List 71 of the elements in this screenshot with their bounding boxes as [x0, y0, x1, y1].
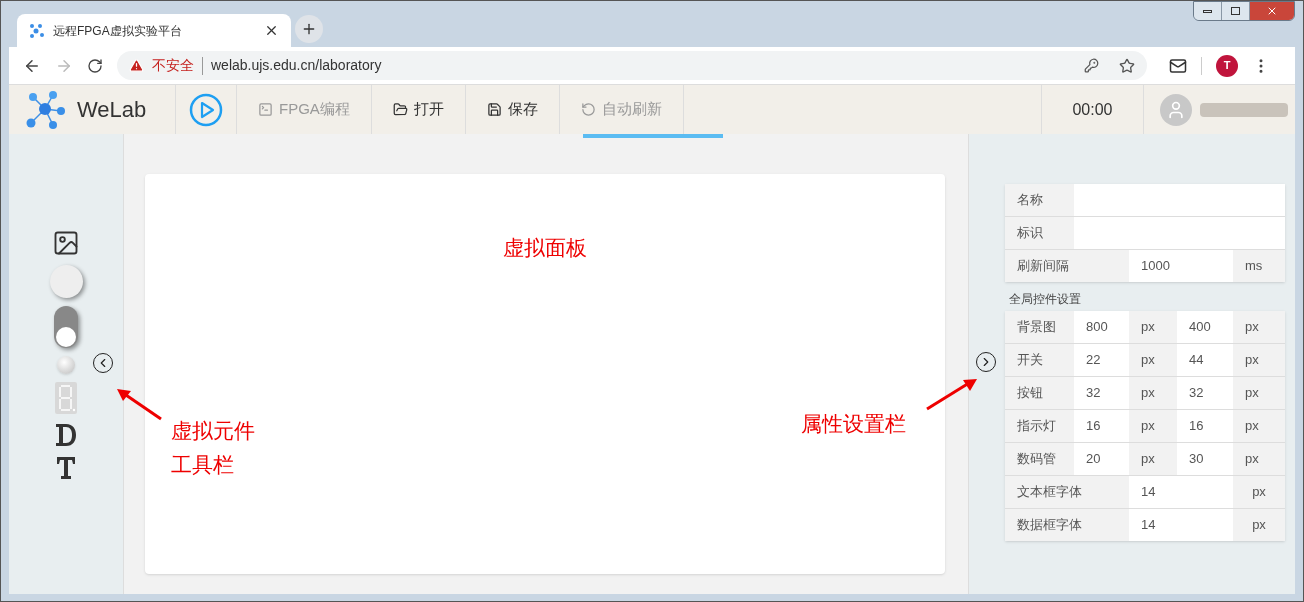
panel-title: 虚拟面板: [503, 235, 587, 261]
security-label: 不安全: [152, 56, 194, 75]
unit-label: px: [1129, 377, 1177, 409]
annotation-arrow: [925, 377, 979, 411]
text-tool-icon[interactable]: [56, 456, 76, 480]
input-field[interactable]: 22: [1074, 344, 1129, 376]
reload-icon[interactable]: [87, 57, 103, 74]
open-icon: [392, 102, 408, 117]
plus-icon: [301, 21, 317, 37]
unit-label: px: [1129, 410, 1177, 442]
annotation-label: 属性设置栏: [801, 411, 906, 437]
unit-label: ms: [1233, 250, 1285, 282]
input-field[interactable]: 800: [1074, 311, 1129, 343]
unit-label: px: [1129, 311, 1177, 343]
close-icon[interactable]: [264, 23, 279, 38]
unit-label: px: [1233, 410, 1285, 442]
new-tab-button[interactable]: [295, 15, 323, 43]
program-icon: [258, 102, 273, 117]
annotation-label: 虚拟元件 工具栏: [171, 418, 255, 478]
input-field[interactable]: 14: [1129, 476, 1233, 508]
annotation-arrow: [115, 387, 163, 421]
field-label: 名称: [1005, 184, 1074, 216]
input-field[interactable]: 1000: [1129, 250, 1233, 282]
input-field[interactable]: 16: [1177, 410, 1233, 442]
toolbar-button[interactable]: 打开: [371, 85, 466, 134]
unit-label: px: [1129, 344, 1177, 376]
field-label: 背景图: [1005, 311, 1074, 343]
save-icon: [486, 102, 502, 117]
unit-label: px: [1233, 509, 1285, 541]
input-field[interactable]: 20: [1074, 443, 1129, 475]
dots-favicon-icon: [29, 22, 45, 39]
toolbar-button[interactable]: 保存: [465, 85, 560, 134]
unit-label: px: [1233, 476, 1285, 508]
unit-label: px: [1233, 377, 1285, 409]
field-label: 数据框字体: [1005, 509, 1129, 541]
input-field[interactable]: 32: [1177, 377, 1233, 409]
logo-text: WeLab: [77, 96, 147, 124]
close-icon: [1266, 5, 1278, 17]
unit-label: px: [1233, 311, 1285, 343]
warning-icon: [129, 58, 144, 73]
field-label: 文本框字体: [1005, 476, 1129, 508]
display-tool-icon[interactable]: [55, 422, 77, 448]
url-text: welab.ujs.edu.cn/laboratory: [211, 56, 383, 75]
input-field[interactable]: 16: [1074, 410, 1129, 442]
input-field[interactable]: 14: [1129, 509, 1233, 541]
field-label: 标识: [1005, 217, 1074, 249]
profile-avatar[interactable]: T: [1216, 54, 1238, 77]
input-field[interactable]: [1074, 184, 1285, 216]
unit-label: px: [1129, 443, 1177, 475]
timer-text: 00:00: [1072, 99, 1113, 120]
unit-label: px: [1233, 344, 1285, 376]
input-field[interactable]: 32: [1074, 377, 1129, 409]
key-icon[interactable]: [1084, 58, 1099, 73]
input-field[interactable]: 30: [1177, 443, 1233, 475]
window-controls[interactable]: [1193, 1, 1295, 21]
field-label: 指示灯: [1005, 410, 1074, 442]
input-field[interactable]: [1074, 217, 1285, 249]
toggle-switch-icon[interactable]: [54, 306, 78, 348]
image-icon[interactable]: [52, 229, 80, 257]
refresh-icon: [580, 102, 596, 117]
field-label: 开关: [1005, 344, 1074, 376]
unit-label: px: [1233, 443, 1285, 475]
mail-icon[interactable]: [1169, 56, 1187, 75]
section-title: 全局控件设置: [1009, 291, 1082, 308]
address-field[interactable]: 不安全 welab.ujs.edu.cn/laboratory: [117, 51, 1147, 80]
field-label: 刷新间隔: [1005, 250, 1129, 282]
star-icon[interactable]: [1119, 57, 1135, 74]
field-label: 数码管: [1005, 443, 1074, 475]
field-label: 按钮: [1005, 377, 1074, 409]
input-field[interactable]: 44: [1177, 344, 1233, 376]
input-field[interactable]: 400: [1177, 311, 1233, 343]
